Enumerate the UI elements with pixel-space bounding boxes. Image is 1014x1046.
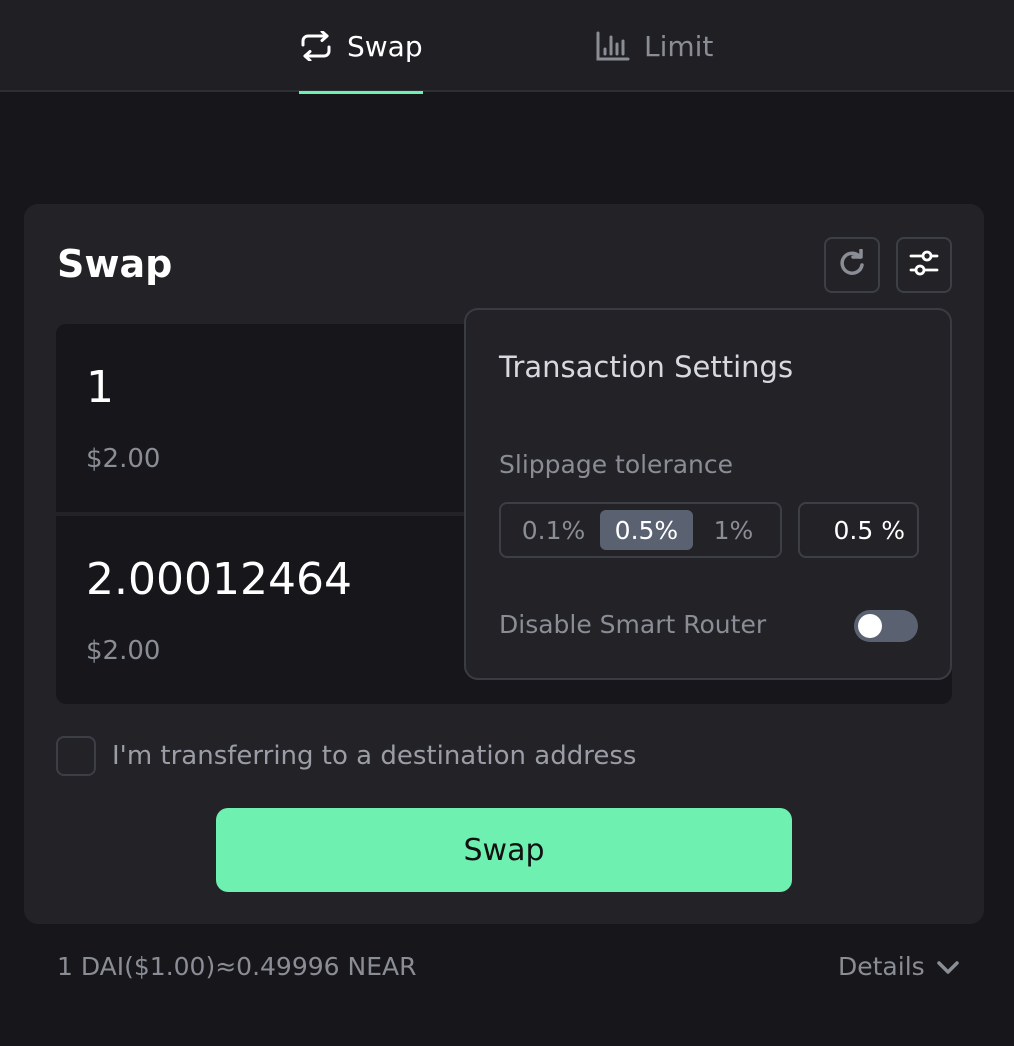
tab-limit-label: Limit	[644, 29, 714, 63]
smart-router-label: Disable Smart Router	[499, 610, 767, 639]
destination-row: I'm transferring to a destination addres…	[56, 736, 636, 776]
from-usd-value: $2.00	[86, 444, 161, 474]
to-amount-value: 2.00012464	[86, 554, 352, 605]
toggle-knob	[858, 614, 882, 638]
chevron-down-icon	[936, 952, 959, 981]
refresh-icon	[838, 248, 866, 281]
destination-checkbox[interactable]	[56, 736, 96, 776]
slippage-option-0-5[interactable]: 0.5%	[599, 510, 693, 550]
active-tab-indicator	[299, 91, 423, 94]
destination-label: I'm transferring to a destination addres…	[112, 741, 637, 771]
settings-button[interactable]	[896, 237, 952, 293]
chart-bars-icon	[596, 31, 630, 61]
refresh-button[interactable]	[824, 237, 880, 293]
tab-limit[interactable]: Limit	[596, 0, 713, 92]
tab-swap-label: Swap	[347, 29, 423, 63]
swap-arrows-icon	[299, 31, 333, 61]
settings-title: Transaction Settings	[499, 350, 794, 384]
tab-swap[interactable]: Swap	[299, 0, 423, 94]
slippage-label: Slippage tolerance	[499, 450, 734, 479]
details-label: Details	[838, 952, 925, 981]
card-title: Swap	[57, 242, 173, 286]
details-toggle[interactable]: Details	[838, 952, 959, 981]
smart-router-toggle[interactable]	[854, 610, 918, 642]
transaction-settings-popover: Transaction Settings Slippage tolerance …	[464, 308, 952, 680]
custom-slippage-input[interactable]: 0.5 %	[798, 502, 919, 558]
sliders-icon	[909, 248, 939, 282]
from-amount-input[interactable]: 1	[86, 362, 114, 413]
slippage-option-0-1[interactable]: 0.1%	[507, 510, 600, 550]
top-nav: Swap Limit	[0, 0, 1014, 94]
exchange-rate: 1 DAI($1.00)≈0.49996 NEAR	[57, 952, 417, 981]
swap-button[interactable]: Swap	[216, 808, 792, 892]
slippage-options: 0.1% 0.5% 1%	[499, 502, 782, 558]
slippage-option-1[interactable]: 1%	[693, 510, 774, 550]
to-usd-value: $2.00	[86, 636, 161, 666]
